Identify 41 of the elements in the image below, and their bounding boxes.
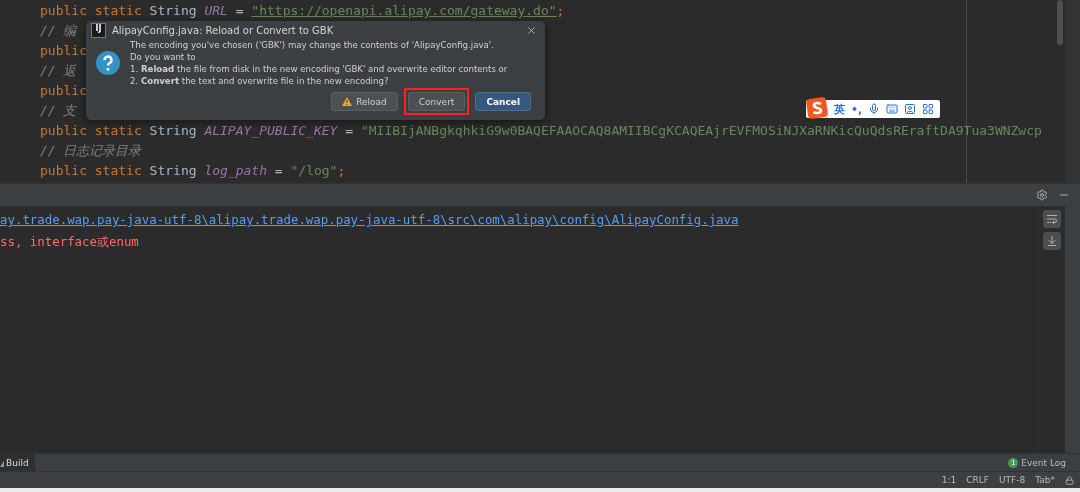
code-line: // 编 bbox=[40, 22, 77, 40]
scroll-to-end-button[interactable] bbox=[1043, 232, 1061, 250]
code-line: // 返 bbox=[40, 62, 77, 80]
dialog-button[interactable]: Convert bbox=[407, 92, 466, 111]
punctuation-mode[interactable]: •, bbox=[851, 102, 863, 116]
settings-icon[interactable] bbox=[1036, 189, 1048, 201]
wrap-icon bbox=[1046, 213, 1058, 225]
console-line: ss, interface或enum bbox=[0, 233, 139, 251]
language-mode[interactable]: 英 bbox=[834, 101, 845, 117]
code-line: // 日志记录目录 bbox=[40, 142, 142, 160]
build-tab[interactable]: Build bbox=[0, 454, 35, 471]
status-item[interactable]: UTF-8 bbox=[999, 475, 1026, 485]
dialog-message: Do you want to bbox=[130, 51, 196, 63]
scrollbar-thumb[interactable] bbox=[1057, 0, 1063, 45]
dialog-button[interactable]: Cancel bbox=[475, 92, 531, 111]
keyboard-icon[interactable] bbox=[886, 103, 899, 115]
dialog-message: The encoding you've chosen ('GBK') may change the contents of 'AlipayConfig.java'. bbox=[130, 39, 494, 51]
dialog-title: AlipayConfig.java: Reload or Convert to GBK bbox=[112, 24, 335, 36]
warning-icon bbox=[342, 97, 353, 106]
dialog-message: 2. Convert the text and overwrite file in the new encoding? bbox=[130, 75, 389, 87]
code-line: public static String URL = "https://openapi.alipay.com/gateway.do"; bbox=[40, 2, 565, 20]
dialog-button[interactable]: Reload bbox=[331, 92, 398, 111]
code-line: public bbox=[40, 42, 87, 60]
status-item[interactable]: 1:1 bbox=[941, 475, 957, 485]
question-icon bbox=[96, 51, 120, 75]
arrow-down-icon bbox=[1046, 235, 1058, 247]
lock-icon[interactable] bbox=[1065, 475, 1074, 485]
code-line: public bbox=[40, 82, 87, 100]
grid-icon[interactable] bbox=[922, 103, 935, 115]
code-line: public static String log_path = "/log"; bbox=[40, 162, 346, 180]
user-icon[interactable] bbox=[904, 103, 917, 115]
file-path-link[interactable]: ay.trade.wap.pay-java-utf-8\alipay.trade.wap.pay-java-utf-8\src\com\alipay\config\AlipayConfig.java bbox=[0, 209, 739, 231]
status-item[interactable]: Tab* bbox=[1035, 475, 1055, 485]
code-line: // 支 bbox=[40, 102, 77, 120]
soft-wrap-button[interactable] bbox=[1043, 210, 1061, 228]
close-button[interactable] bbox=[526, 24, 537, 36]
code-line: public static String ALIPAY_PUBLIC_KEY = "MIIBIjANBgkqhkiG9w0BAQEFAAOCAQ8AMIIBCgKCAQEAjrEVFMOSiNJXaRNKicQuQdsREraftDA9Tua3WNZwcp bbox=[40, 122, 1042, 140]
app-icon: IJ bbox=[91, 22, 106, 38]
status-item[interactable]: CRLF bbox=[966, 475, 989, 485]
microphone-icon[interactable] bbox=[868, 103, 881, 115]
dialog-message: 1. Reload the file from disk in the new encoding 'GBK' and overwrite editor contents or bbox=[130, 63, 508, 75]
